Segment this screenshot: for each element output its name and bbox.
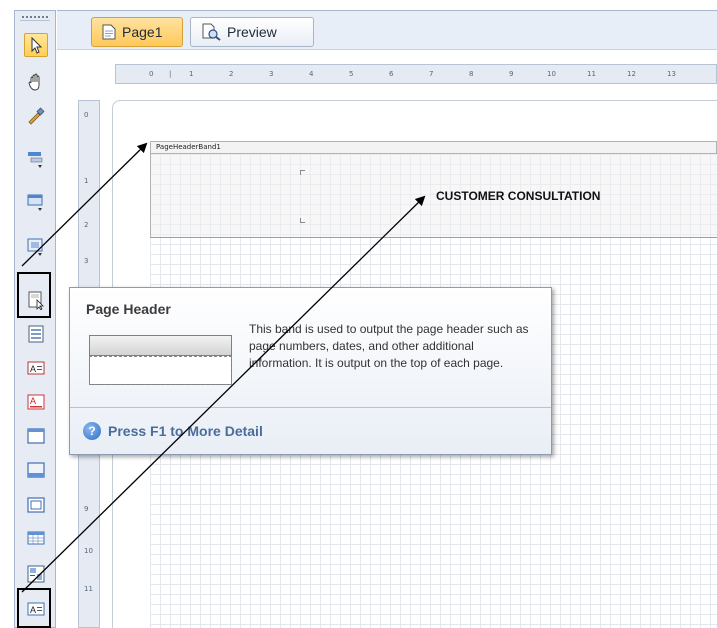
band-icon[interactable] xyxy=(24,234,48,258)
horizontal-ruler: 0 | 1 2 3 4 5 6 7 8 9 10 11 12 13 xyxy=(115,64,717,84)
text-icon[interactable]: A xyxy=(24,356,48,380)
illustration-header-bar xyxy=(90,336,231,356)
ruler-tick-label: 10 xyxy=(547,70,556,78)
ruler-tick-label: 9 xyxy=(84,505,89,513)
svg-text:A: A xyxy=(30,396,36,406)
tab-page1[interactable]: Page1 xyxy=(91,17,183,47)
band-icon[interactable] xyxy=(24,322,48,346)
help-icon: ? xyxy=(83,422,101,440)
tab-page1-label: Page1 xyxy=(122,24,163,40)
svg-text:A: A xyxy=(30,364,36,374)
container-icon[interactable] xyxy=(24,458,48,482)
page-header-band-label[interactable]: PageHeaderBand1 xyxy=(150,141,717,154)
highlight-box-page-header-tool xyxy=(17,272,51,318)
ruler-tick-label: 3 xyxy=(269,70,274,78)
tooltip-description: This band is used to output the page hea… xyxy=(249,322,529,370)
band-icon[interactable] xyxy=(24,147,48,171)
ruler-tick-label: 5 xyxy=(349,70,354,78)
tab-preview[interactable]: Preview xyxy=(190,17,314,47)
pan-hand-icon[interactable] xyxy=(24,70,48,94)
band-icon[interactable] xyxy=(24,190,48,214)
ruler-tick-label: 7 xyxy=(429,70,434,78)
tooltip-separator xyxy=(70,407,551,408)
rich-text-icon[interactable]: A xyxy=(24,390,48,414)
ruler-tick-label: 4 xyxy=(309,70,314,78)
highlight-box-text-tool xyxy=(17,588,51,628)
ruler-tick-label: 9 xyxy=(509,70,514,78)
ruler-tick-label: 1 xyxy=(84,177,89,185)
ruler-tick-label: 11 xyxy=(84,585,93,593)
corner-mark xyxy=(300,218,305,223)
subreport-icon[interactable] xyxy=(24,562,48,586)
ruler-tick-label: 0 xyxy=(149,70,154,78)
ruler-tick-label: 11 xyxy=(587,70,596,78)
preview-icon xyxy=(202,23,221,41)
report-title-text[interactable]: CUSTOMER CONSULTATION xyxy=(436,189,600,203)
illustration-body xyxy=(89,356,232,385)
ruler-tick-label: 2 xyxy=(229,70,234,78)
page-icon xyxy=(102,24,116,40)
format-painter-icon[interactable] xyxy=(24,104,48,128)
ruler-tick-label: 12 xyxy=(627,70,636,78)
tooltip-title: Page Header xyxy=(86,301,171,317)
page-header-band[interactable] xyxy=(150,154,717,238)
ruler-tick-label: 13 xyxy=(667,70,676,78)
toolbar-grip[interactable] xyxy=(20,14,50,21)
ruler-tick-label: 0 xyxy=(84,111,89,119)
ruler-tick-label: 2 xyxy=(84,221,89,229)
panel-icon[interactable] xyxy=(24,424,48,448)
ruler-tick-label: 3 xyxy=(84,257,89,265)
select-pointer-icon[interactable] xyxy=(24,33,48,57)
ruler-tick-label: 1 xyxy=(189,70,194,78)
tooltip-help-link[interactable]: Press F1 to More Detail xyxy=(108,423,263,439)
ruler-tick-label: 10 xyxy=(84,547,93,555)
corner-mark xyxy=(300,170,305,175)
tab-preview-label: Preview xyxy=(227,24,277,40)
ruler-tick-label: 6 xyxy=(389,70,394,78)
frame-icon[interactable] xyxy=(24,493,48,517)
table-icon[interactable] xyxy=(24,526,48,550)
ruler-tick-label: | xyxy=(169,70,172,78)
ruler-tick-label: 8 xyxy=(469,70,474,78)
